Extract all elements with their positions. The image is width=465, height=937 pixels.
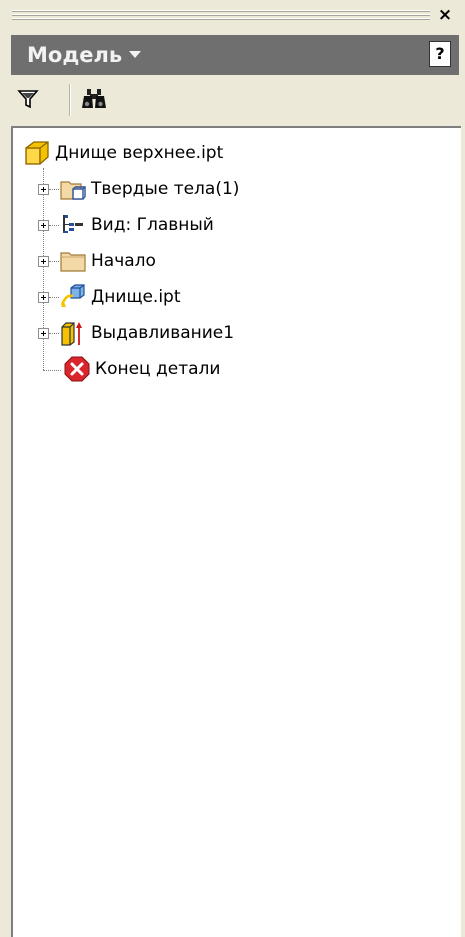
close-icon[interactable]: × (436, 6, 454, 24)
tree-item-label: Днище верхнее.ipt (55, 143, 224, 163)
tree-item-label: Конец детали (95, 359, 221, 379)
toolbar-separator (69, 84, 71, 116)
tree-connector (49, 261, 59, 262)
tree-item-root[interactable]: Днище верхнее.ipt (23, 136, 223, 170)
tree-item-label: Днище.ipt (91, 287, 181, 307)
derived-part-icon (60, 284, 85, 307)
tree-item-view-representation[interactable]: Вид: Главный (59, 208, 214, 242)
tree-item-derived-part[interactable]: Днище.ipt (59, 280, 181, 314)
browser-mode-dropdown[interactable]: Модель (27, 40, 142, 70)
tree-connector (43, 370, 61, 371)
chevron-down-icon (129, 50, 142, 58)
tree-connector (49, 333, 59, 334)
tree-item-end-of-part[interactable]: Конец детали (63, 352, 220, 386)
tree-item-origin[interactable]: Начало (59, 244, 156, 278)
tree-connector-vertical (43, 168, 44, 370)
solid-bodies-folder-icon (60, 181, 86, 200)
part-icon (25, 141, 49, 165)
tree-connector (49, 225, 59, 226)
view-representation-icon (63, 215, 83, 233)
extrusion-icon (61, 322, 82, 346)
expand-solid-bodies-button[interactable] (38, 184, 49, 195)
browser-header: Модель ? (11, 35, 459, 75)
grip-lines[interactable] (12, 10, 430, 20)
tree-item-label: Вид: Главный (91, 215, 214, 235)
tree-item-label: Начало (91, 251, 156, 271)
tree-item-label: Твердые тела(1) (91, 179, 240, 199)
tree-item-extrusion[interactable]: Выдавливание1 (59, 316, 234, 350)
panel-grip[interactable]: × (0, 0, 465, 30)
expand-origin-button[interactable] (38, 256, 49, 267)
tree-item-label: Выдавливание1 (91, 323, 235, 343)
browser-mode-label: Модель (27, 43, 123, 67)
expand-derived-part-button[interactable] (38, 292, 49, 303)
model-browser-tree[interactable]: Днище верхнее.ipt Твердые тела(1) Вид: Г… (11, 126, 461, 937)
help-button[interactable]: ? (429, 41, 451, 67)
binoculars-icon (82, 89, 106, 108)
filter-button[interactable] (13, 84, 43, 114)
browser-toolbar (11, 78, 459, 122)
tree-item-solid-bodies[interactable]: Твердые тела(1) (59, 172, 239, 206)
tree-connector (49, 189, 59, 190)
expand-view-button[interactable] (38, 220, 49, 231)
tree-connector (49, 297, 59, 298)
origin-folder-icon (60, 252, 86, 272)
end-of-part-icon (64, 356, 90, 382)
find-button[interactable] (79, 84, 109, 114)
expand-extrusion-button[interactable] (38, 328, 49, 339)
filter-icon (17, 90, 39, 109)
